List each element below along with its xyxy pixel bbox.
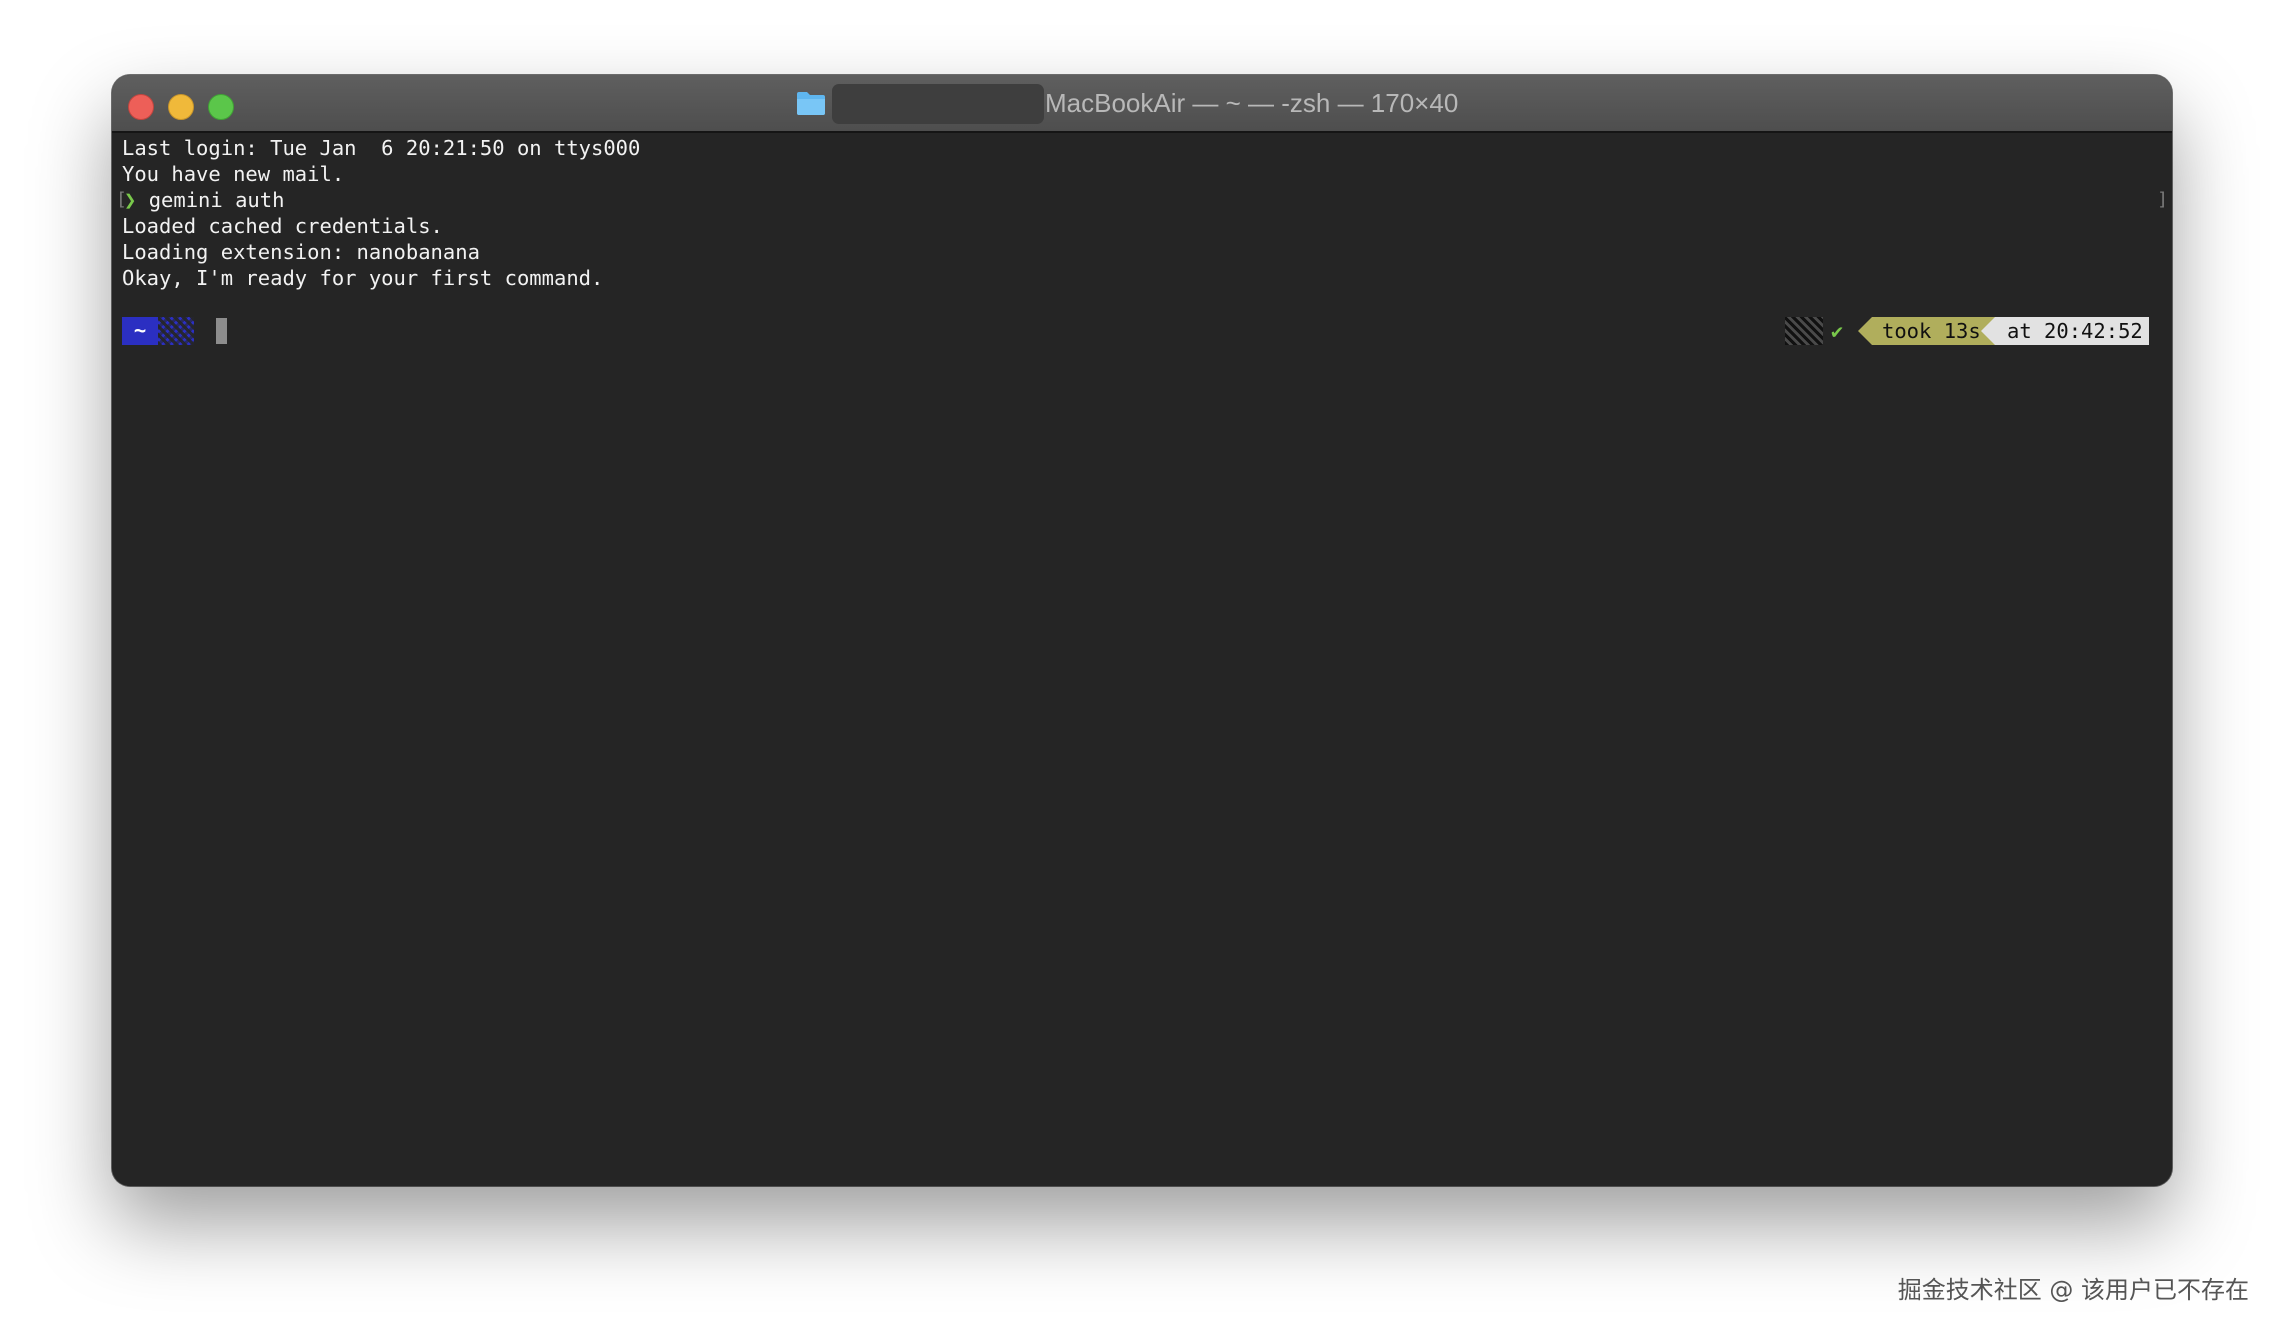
right-prompt-separator: [1785, 317, 1823, 345]
terminal-line-command: ❯ gemini auth: [124, 187, 284, 213]
terminal-line-login: Last login: Tue Jan 6 20:21:50 on ttys00…: [122, 136, 641, 160]
title-bar[interactable]: MacBookAir — ~ — -zsh — 170×40: [112, 75, 2172, 133]
window-title: MacBookAir — ~ — -zsh — 170×40: [1045, 88, 1459, 118]
terminal-line-extension: Loading extension: nanobanana: [122, 240, 480, 264]
redacted-username: [832, 84, 1044, 124]
prompt-chevron-icon: ❯: [124, 188, 137, 212]
duration-segment: took 13s: [1858, 317, 1995, 345]
status-check-icon: ✔: [1831, 319, 1844, 343]
text-cursor: [216, 318, 227, 344]
mark-bracket-right: ]: [2157, 189, 2168, 210]
time-segment: at 20:42:52: [1981, 317, 2149, 345]
zoom-button[interactable]: [208, 94, 234, 120]
terminal-line-credentials: Loaded cached credentials.: [122, 214, 443, 238]
right-prompt: ✔ took 13s at 20:42:52: [1785, 317, 2149, 345]
close-button[interactable]: [128, 94, 154, 120]
terminal-line-mail: You have new mail.: [122, 162, 345, 186]
minimize-button[interactable]: [168, 94, 194, 120]
terminal-line-ready: Okay, I'm ready for your first command.: [122, 266, 604, 290]
watermark: 掘金技术社区 @ 该用户已不存在: [1897, 1276, 2249, 1304]
command-text: gemini auth: [148, 188, 285, 212]
prompt-dir-segment: ~: [122, 317, 158, 345]
terminal-content[interactable]: Last login: Tue Jan 6 20:21:50 on ttys00…: [112, 133, 2172, 1186]
prompt-dir-separator: [158, 317, 194, 345]
terminal-window: MacBookAir — ~ — -zsh — 170×40 Last logi…: [112, 75, 2172, 1186]
folder-icon: [797, 92, 825, 115]
